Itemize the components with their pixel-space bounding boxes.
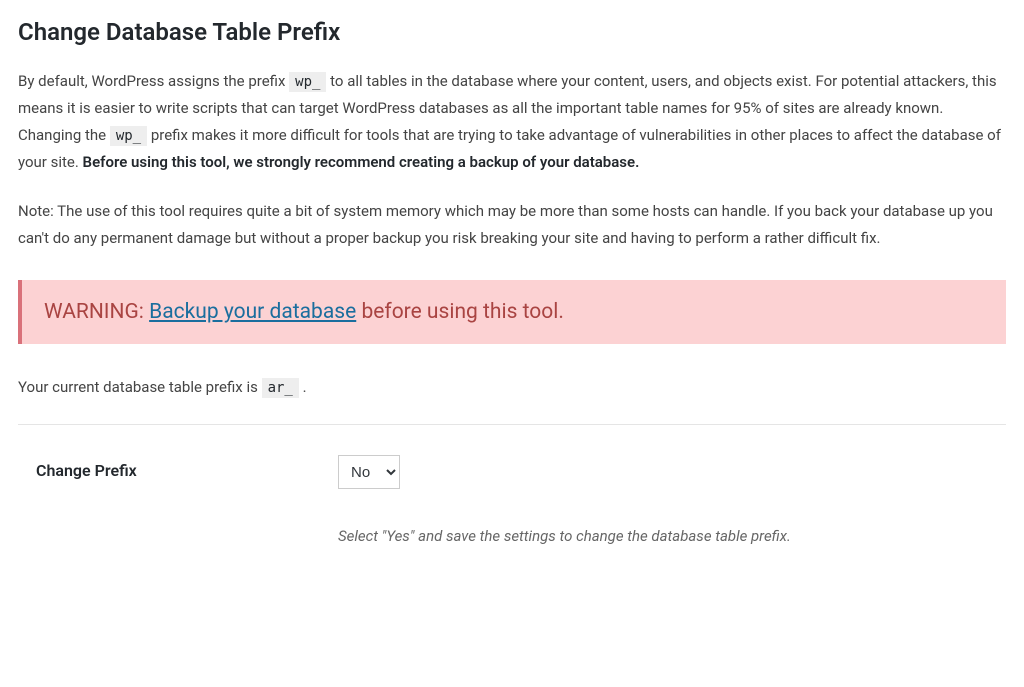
current-prefix-suffix: .	[299, 378, 307, 396]
warning-content: WARNING: Backup your database before usi…	[44, 300, 984, 324]
divider	[18, 424, 1006, 425]
prefix-code-2: wp_	[110, 126, 147, 146]
page-title: Change Database Table Prefix	[18, 18, 1006, 46]
change-prefix-label: Change Prefix	[18, 455, 338, 480]
intro-paragraph: By default, WordPress assigns the prefix…	[18, 68, 1006, 176]
change-prefix-select[interactable]: No	[338, 455, 400, 489]
current-prefix-label: Your current database table prefix is	[18, 378, 262, 396]
warning-prefix: WARNING:	[44, 300, 149, 324]
current-prefix-value: ar_	[262, 378, 299, 398]
backup-link[interactable]: Backup your database	[149, 300, 356, 324]
note-paragraph: Note: The use of this tool requires quit…	[18, 198, 1006, 252]
warning-suffix: before using this tool.	[356, 300, 564, 324]
change-prefix-control: No Select "Yes" and save the settings to…	[338, 455, 1006, 545]
current-prefix-text: Your current database table prefix is ar…	[18, 378, 1006, 396]
intro-strong: Before using this tool, we strongly reco…	[83, 153, 640, 171]
intro-text-1: By default, WordPress assigns the prefix	[18, 72, 289, 90]
change-prefix-row: Change Prefix No Select "Yes" and save t…	[18, 455, 1006, 545]
change-prefix-description: Select "Yes" and save the settings to ch…	[338, 527, 1006, 545]
prefix-code-1: wp_	[289, 72, 326, 92]
warning-box: WARNING: Backup your database before usi…	[18, 280, 1006, 344]
